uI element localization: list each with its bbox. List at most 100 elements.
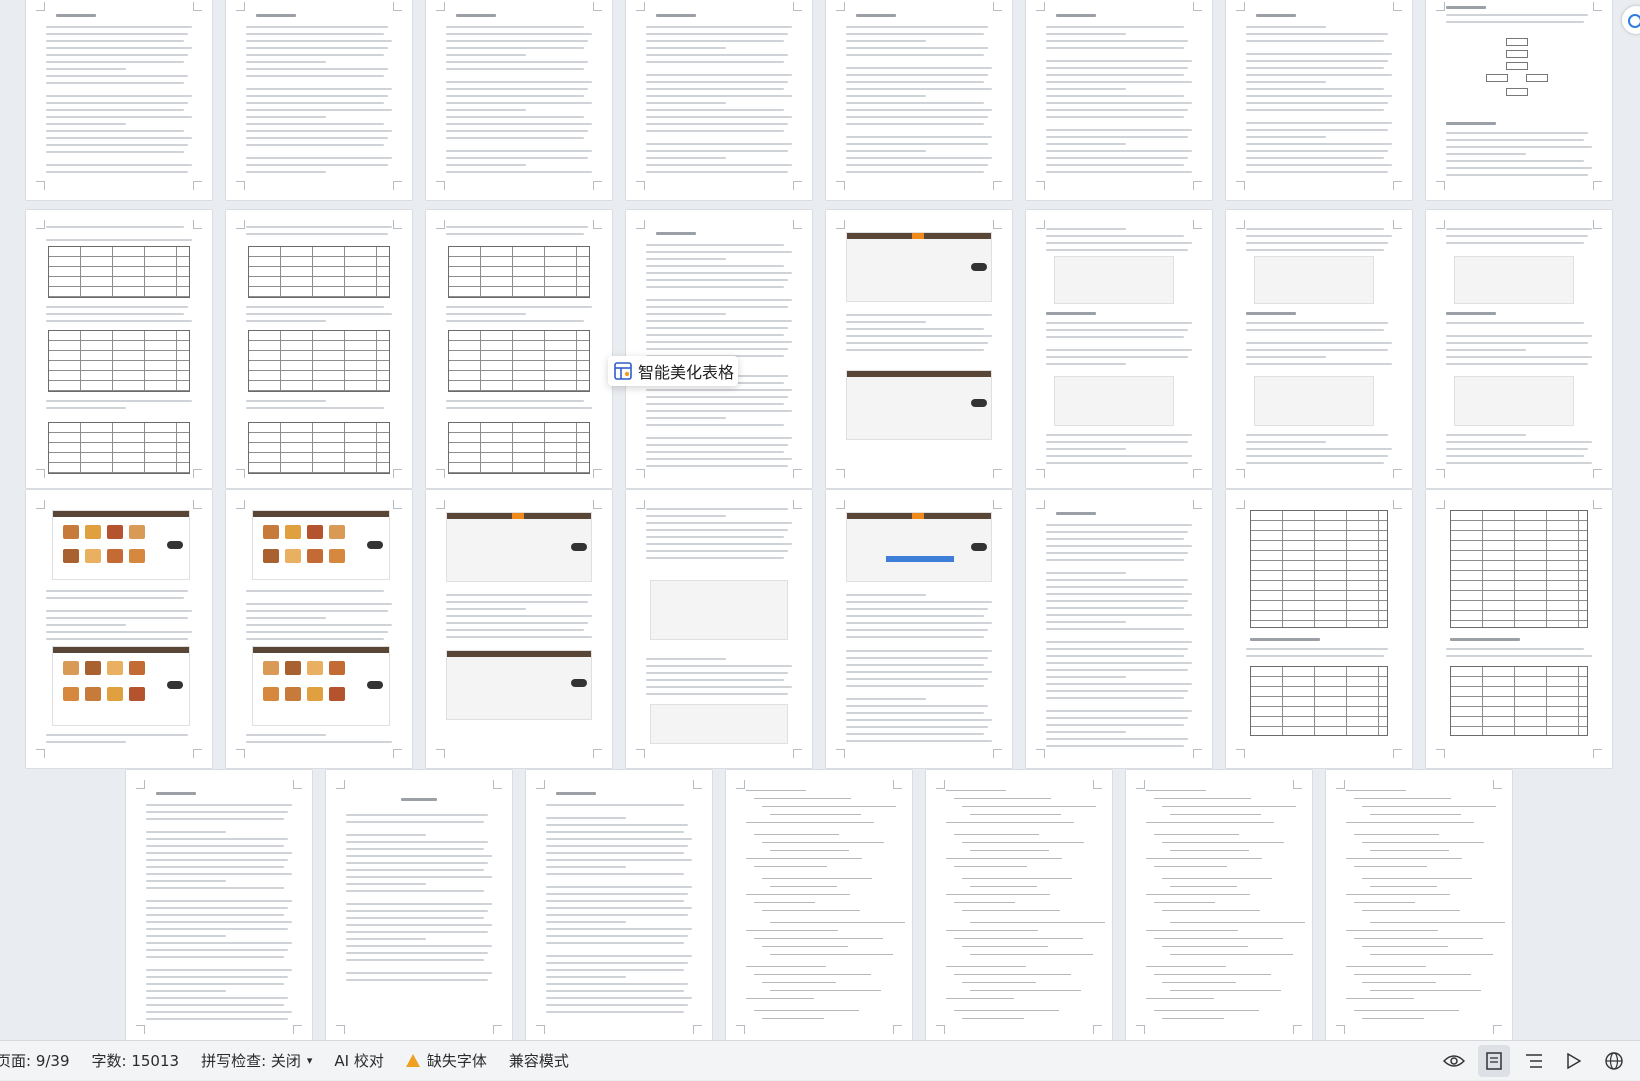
document-thumbnail-canvas[interactable]	[0, 0, 1640, 1040]
document-page[interactable]	[1426, 210, 1612, 488]
text-line	[1446, 356, 1592, 358]
toggle-icon	[571, 679, 587, 687]
outline-icon[interactable]	[1514, 1041, 1554, 1081]
code-line	[1162, 842, 1284, 843]
compat-mode-label[interactable]: 兼容模式	[498, 1041, 580, 1080]
code-line	[746, 822, 874, 823]
document-page[interactable]	[226, 0, 412, 200]
ai-proofread-button[interactable]: AI 校对	[323, 1041, 394, 1080]
data-table[interactable]	[48, 330, 190, 392]
data-table[interactable]	[248, 330, 390, 392]
data-table[interactable]	[1250, 666, 1388, 736]
data-table[interactable]	[248, 422, 390, 474]
margin-mark	[1036, 2, 1045, 11]
margin-mark	[893, 780, 902, 789]
text-line	[246, 734, 327, 736]
document-page[interactable]	[1226, 0, 1412, 200]
text-line	[46, 610, 192, 612]
margin-mark	[1593, 469, 1602, 478]
text-line	[646, 417, 727, 419]
text-line	[46, 109, 184, 111]
document-page[interactable]	[1126, 770, 1312, 1040]
text-line	[146, 859, 288, 861]
document-page[interactable]	[626, 0, 812, 200]
document-page[interactable]	[26, 490, 212, 768]
text-line	[1046, 738, 1188, 740]
document-page[interactable]	[1326, 770, 1512, 1040]
document-page[interactable]	[1026, 0, 1212, 200]
diagram-box	[1486, 74, 1508, 82]
data-table[interactable]	[448, 246, 590, 298]
document-page[interactable]	[626, 490, 812, 768]
code-line	[1370, 850, 1449, 851]
document-page[interactable]	[726, 770, 912, 1040]
document-page[interactable]	[226, 210, 412, 488]
text-line	[146, 921, 292, 923]
document-page[interactable]	[1026, 490, 1212, 768]
margin-mark	[293, 1025, 302, 1034]
text-line	[346, 848, 484, 850]
product-image	[63, 549, 79, 563]
text-line	[846, 712, 984, 714]
document-page[interactable]	[426, 210, 612, 488]
document-page[interactable]	[826, 490, 1012, 768]
code-line	[1170, 922, 1305, 923]
text-line	[846, 40, 927, 42]
text-line	[1246, 60, 1388, 62]
document-page[interactable]	[326, 770, 512, 1040]
data-table[interactable]	[248, 246, 390, 298]
data-table[interactable]	[448, 422, 590, 474]
document-page[interactable]	[1026, 210, 1212, 488]
ui-screenshot	[446, 512, 592, 582]
document-page[interactable]	[1226, 210, 1412, 488]
text-line	[446, 137, 584, 139]
text-line	[646, 130, 784, 132]
data-table[interactable]	[48, 246, 190, 298]
globe-icon[interactable]	[1594, 1041, 1634, 1081]
spellcheck-dropdown[interactable]: 拼写检查: 关闭 ▾	[190, 1041, 323, 1080]
margin-mark	[536, 1025, 545, 1034]
text-line	[1046, 545, 1192, 547]
data-table[interactable]	[1450, 510, 1588, 628]
text-line	[1446, 228, 1592, 230]
margin-mark	[736, 1025, 745, 1034]
page-view-icon[interactable]	[1478, 1044, 1510, 1077]
document-page[interactable]	[526, 770, 712, 1040]
document-page[interactable]	[1426, 490, 1612, 768]
code-line	[1346, 894, 1450, 895]
margin-mark	[1336, 780, 1345, 789]
text-line	[646, 102, 727, 104]
document-page[interactable]	[626, 210, 812, 488]
word-count[interactable]: 字数: 15013	[81, 1041, 191, 1080]
product-image	[307, 525, 323, 539]
document-page[interactable]	[126, 770, 312, 1040]
document-page[interactable]	[226, 490, 412, 768]
document-page[interactable]	[1426, 0, 1612, 200]
table-beautify-popup[interactable]: 智能美化表格	[608, 356, 738, 386]
code-line	[1362, 946, 1448, 947]
text-line	[146, 997, 288, 999]
eye-icon[interactable]	[1434, 1041, 1474, 1081]
document-page[interactable]	[26, 210, 212, 488]
page-indicator[interactable]: 页面: 9/39	[0, 1041, 81, 1080]
code-line	[762, 910, 860, 911]
text-line	[246, 54, 384, 56]
document-page[interactable]	[426, 0, 612, 200]
text-line	[446, 95, 584, 97]
data-table[interactable]	[448, 330, 590, 392]
missing-font-button[interactable]: 缺失字体	[395, 1041, 498, 1080]
text-line	[846, 109, 992, 111]
document-page[interactable]	[26, 0, 212, 200]
document-page[interactable]	[1226, 490, 1412, 768]
document-page[interactable]	[426, 490, 612, 768]
text-line	[1046, 95, 1184, 97]
data-table[interactable]	[1250, 510, 1388, 628]
play-icon[interactable]	[1554, 1041, 1594, 1081]
text-line	[46, 313, 184, 315]
data-table[interactable]	[1450, 666, 1588, 736]
toggle-icon	[367, 541, 383, 549]
data-table[interactable]	[48, 422, 190, 474]
document-page[interactable]	[926, 770, 1112, 1040]
document-page[interactable]	[826, 210, 1012, 488]
document-page[interactable]	[826, 0, 1012, 200]
